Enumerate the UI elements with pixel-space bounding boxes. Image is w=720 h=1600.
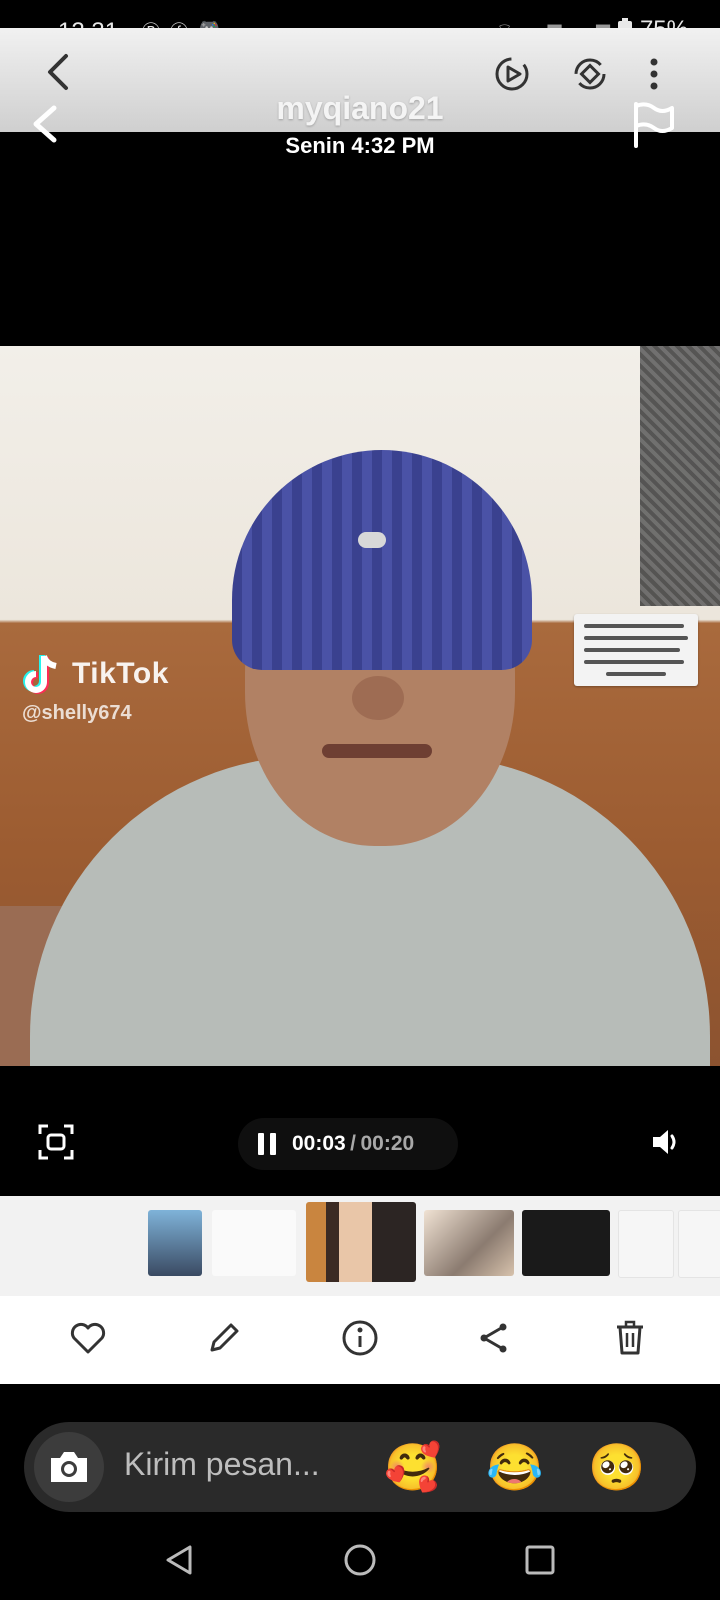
playback-control[interactable]: 00:03 / 00:20 (238, 1118, 458, 1170)
background-foam-panel (640, 346, 720, 606)
pause-icon[interactable] (256, 1131, 278, 1157)
thumbnail[interactable] (424, 1210, 514, 1276)
current-time: 00:03 (292, 1132, 346, 1155)
duration: 00:20 (360, 1132, 415, 1155)
nav-recents-icon[interactable] (522, 1542, 558, 1578)
notice-line (584, 636, 688, 640)
camera-button[interactable] (34, 1432, 104, 1502)
gallery-back-icon[interactable] (44, 52, 70, 92)
thumbnail[interactable] (212, 1210, 296, 1276)
story-timestamp: Senin 4:32 PM (285, 133, 435, 158)
time-separator: / (350, 1132, 357, 1155)
notice-line (584, 624, 684, 628)
wall-notice-paper (574, 614, 698, 686)
system-nav-bar (0, 1524, 720, 1600)
more-options-icon[interactable] (648, 54, 660, 94)
camera-icon (51, 1452, 87, 1482)
thumbnail-strip (0, 1196, 720, 1296)
video-frame[interactable]: TikTok @shelly674 (0, 346, 720, 1066)
nav-back-icon[interactable] (162, 1542, 198, 1578)
message-input[interactable]: Kirim pesan... (124, 1446, 320, 1483)
report-flag-icon[interactable] (632, 100, 676, 148)
watermark-brand: TikTok (72, 657, 169, 690)
person-nose (352, 676, 404, 720)
action-bar (0, 1296, 720, 1384)
reply-message-bar: Kirim pesan... 🥰 😂 🥺 (24, 1422, 696, 1512)
thumbnail[interactable] (522, 1210, 610, 1276)
story-username[interactable]: myqiano21 (0, 90, 720, 127)
edit-pencil-icon[interactable] (204, 1318, 244, 1358)
watermark-handle: @shelly674 (22, 702, 132, 724)
notice-line (606, 672, 666, 676)
person-beanie (232, 450, 532, 670)
favorite-heart-icon[interactable] (68, 1318, 108, 1358)
reaction-pleading[interactable]: 🥺 (588, 1440, 645, 1494)
thumbnail-selected[interactable] (306, 1202, 416, 1282)
person-mouth (322, 744, 432, 758)
notice-line (584, 648, 680, 652)
share-icon[interactable] (474, 1318, 514, 1358)
capture-frame-icon[interactable] (36, 1122, 76, 1162)
nav-home-icon[interactable] (342, 1542, 378, 1578)
thumbnail[interactable] (678, 1210, 720, 1278)
beanie-logo (358, 532, 386, 548)
tiktok-watermark: TikTok @shelly674 (22, 652, 169, 725)
tiktok-logo-icon (23, 655, 57, 694)
gallery-actions (492, 54, 660, 94)
thumbnail[interactable] (618, 1210, 674, 1278)
volume-icon[interactable] (650, 1126, 682, 1158)
reaction-smiling-hearts[interactable]: 🥰 (384, 1440, 441, 1494)
play-video-icon[interactable] (492, 54, 532, 94)
thumbnail[interactable] (148, 1210, 202, 1276)
reaction-laughing[interactable]: 😂 (486, 1440, 543, 1494)
info-icon[interactable] (340, 1318, 380, 1358)
notice-line (584, 660, 684, 664)
video-controls: 00:03 / 00:20 (0, 1104, 720, 1184)
rotate-icon[interactable] (570, 54, 610, 94)
delete-trash-icon[interactable] (610, 1318, 650, 1358)
